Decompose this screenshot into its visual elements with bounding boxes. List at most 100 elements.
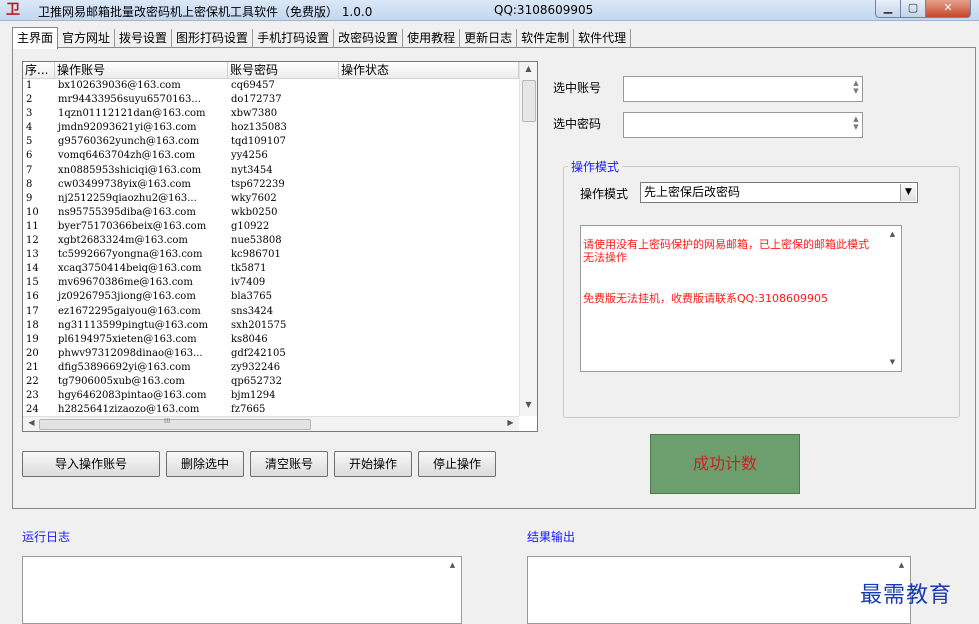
table-row[interactable]: 22 tg7906005xub@163.com qp652732	[23, 375, 519, 389]
table-row[interactable]: 20 phwv97312098dinao@163... gdf242105	[23, 347, 519, 361]
cell-status	[339, 121, 519, 135]
column-header-password[interactable]: 账号密码	[228, 62, 339, 78]
cell-account: tc5992667yongna@163.com	[58, 249, 203, 261]
tab-tutorial[interactable]: 使用教程	[403, 29, 461, 47]
cell-status	[339, 333, 519, 347]
table-row[interactable]: 17 ez1672295gaiyou@163.com sns3424	[23, 305, 519, 319]
cell-password: qp652732	[231, 375, 282, 387]
tab-dial-settings[interactable]: 拨号设置	[115, 29, 173, 47]
mode-warning-text: 请使用没有上密码保护的网易邮箱，已上密保的邮箱此模式无法操作	[583, 238, 869, 264]
grip-icon: III	[164, 417, 171, 425]
cell-account: xcaq3750414beiq@163.com	[58, 263, 202, 275]
clear-accounts-button[interactable]: 清空账号	[250, 451, 328, 477]
cell-password: nue53808	[231, 235, 282, 247]
cell-index: 21	[26, 361, 39, 373]
table-row[interactable]: 21 dfig53896692yi@163.com zy932246	[23, 361, 519, 375]
scroll-up-icon[interactable]: ▲	[520, 64, 537, 73]
cell-status	[339, 164, 519, 178]
cell-status	[339, 319, 519, 333]
cell-index: 9	[26, 192, 33, 204]
selected-account-field[interactable]: ▲ ▼	[623, 76, 863, 102]
run-log-title: 运行日志	[22, 530, 71, 544]
scroll-down-icon[interactable]: ▼	[884, 358, 901, 366]
tab-main[interactable]: 主界面	[12, 27, 59, 49]
table-row[interactable]: 24 h2825641zizaozo@163.com fz7665	[23, 403, 519, 417]
operation-mode-select[interactable]: 先上密保后改密码 ▼	[640, 182, 918, 203]
cell-status	[339, 248, 519, 262]
close-icon[interactable]: ✕	[926, 0, 971, 18]
table-row[interactable]: 14 xcaq3750414beiq@163.com tk5871	[23, 262, 519, 276]
column-header-account[interactable]: 操作账号	[55, 62, 228, 78]
spin-icon[interactable]: ▲ ▼	[851, 115, 861, 131]
tab-captcha-settings[interactable]: 图形打码设置	[172, 29, 254, 47]
cell-index: 11	[26, 220, 39, 232]
tab-agent[interactable]: 软件代理	[574, 29, 632, 47]
cell-status	[339, 79, 519, 93]
tab-password-settings[interactable]: 改密码设置	[334, 29, 404, 47]
account-list[interactable]: 序... 操作账号 账号密码 操作状态 1 bx102639036@163.com…	[22, 61, 538, 432]
delete-selected-button[interactable]: 删除选中	[166, 451, 244, 477]
cell-password: bjm1294	[231, 390, 276, 402]
cell-index: 15	[26, 277, 39, 289]
scroll-right-icon[interactable]: ▶	[502, 418, 519, 427]
column-header-index[interactable]: 序...	[23, 62, 55, 78]
horizontal-scroll-thumb[interactable]: III	[39, 417, 311, 430]
minimize-icon[interactable]: ▁	[875, 0, 901, 18]
cell-index: 17	[26, 305, 39, 317]
window-title: 卫推网易邮箱批量改密码机上密保机工具软件（免费版） 1.0.0	[38, 5, 373, 19]
tab-official-site[interactable]: 官方网址	[58, 29, 116, 47]
scroll-up-icon[interactable]: ▲	[893, 561, 910, 569]
import-accounts-button[interactable]: 导入操作账号	[22, 451, 160, 477]
selected-password-field[interactable]: ▲ ▼	[623, 112, 863, 138]
cell-password: g10922	[231, 220, 270, 232]
mode-message-box[interactable]: 请使用没有上密码保护的网易邮箱，已上密保的邮箱此模式无法操作 免费版无法挂机，收…	[580, 225, 902, 372]
scroll-left-icon[interactable]: ◀	[23, 418, 40, 427]
table-row[interactable]: 15 mv69670386me@163.com iv7409	[23, 276, 519, 290]
cell-index: 18	[26, 319, 39, 331]
maximize-icon[interactable]: ▢	[901, 0, 926, 18]
list-horizontal-scrollbar[interactable]: ◀ III ▶	[23, 416, 519, 431]
tab-customization[interactable]: 软件定制	[517, 29, 575, 47]
cell-status	[339, 93, 519, 107]
cell-account: jmdn92093621yi@163.com	[58, 122, 197, 134]
table-row[interactable]: 19 pl6194975xieten@163.com ks8046	[23, 333, 519, 347]
tab-changelog[interactable]: 更新日志	[460, 29, 518, 47]
cell-account: tg7906005xub@163.com	[58, 375, 185, 387]
table-row[interactable]: 5 g95760362yunch@163.com tqd109107	[23, 135, 519, 149]
list-vertical-scrollbar[interactable]: ▲ ▼	[519, 62, 537, 416]
scroll-up-icon[interactable]: ▲	[884, 230, 901, 238]
table-row[interactable]: 1 bx102639036@163.com cq69457	[23, 79, 519, 93]
table-row[interactable]: 13 tc5992667yongna@163.com kc986701	[23, 248, 519, 262]
table-row[interactable]: 23 hgy6462083pintao@163.com bjm1294	[23, 389, 519, 403]
result-output-box[interactable]: ▲	[527, 556, 911, 624]
cell-index: 14	[26, 263, 39, 275]
table-row[interactable]: 12 xgbt2683324m@163.com nue53808	[23, 234, 519, 248]
scroll-up-icon[interactable]: ▲	[444, 561, 461, 569]
table-row[interactable]: 2 mr94433956suyu6570163... do172737	[23, 93, 519, 107]
cell-status	[339, 192, 519, 206]
start-operation-button[interactable]: 开始操作	[334, 451, 412, 477]
scroll-down-icon[interactable]: ▼	[520, 400, 537, 409]
run-log-box[interactable]: ▲	[22, 556, 462, 624]
scroll-thumb[interactable]	[522, 80, 536, 122]
chevron-down-icon[interactable]: ▼	[900, 184, 916, 201]
tab-phone-captcha-settings[interactable]: 手机打码设置	[253, 29, 335, 47]
table-row[interactable]: 8 cw03499738yix@163.com tsp672239	[23, 178, 519, 192]
column-header-status[interactable]: 操作状态	[339, 62, 519, 78]
cell-account: byer75170366beix@163.com	[58, 220, 207, 232]
cell-index: 1	[26, 80, 33, 91]
table-row[interactable]: 7 xn0885953shiciqi@163.com nyt3454	[23, 164, 519, 178]
table-row[interactable]: 11 byer75170366beix@163.com g10922	[23, 220, 519, 234]
cell-account: ez1672295gaiyou@163.com	[58, 305, 201, 317]
table-row[interactable]: 4 jmdn92093621yi@163.com hoz135083	[23, 121, 519, 135]
table-row[interactable]: 16 jz09267953jiong@163.com bla3765	[23, 290, 519, 304]
table-row[interactable]: 9 nj2512259qiaozhu2@163... wky7602	[23, 192, 519, 206]
stop-operation-button[interactable]: 停止操作	[418, 451, 496, 477]
table-row[interactable]: 6 vomq6463704zh@163.com yy4256	[23, 149, 519, 163]
table-row[interactable]: 18 ng31113599pingtu@163.com sxh201575	[23, 319, 519, 333]
table-row[interactable]: 3 1qzn01112121dan@163.com xbw7380	[23, 107, 519, 121]
table-row[interactable]: 10 ns95755395diba@163.com wkb0250	[23, 206, 519, 220]
spin-icon[interactable]: ▲ ▼	[851, 79, 861, 95]
cell-status	[339, 389, 519, 403]
cell-index: 20	[26, 347, 39, 359]
